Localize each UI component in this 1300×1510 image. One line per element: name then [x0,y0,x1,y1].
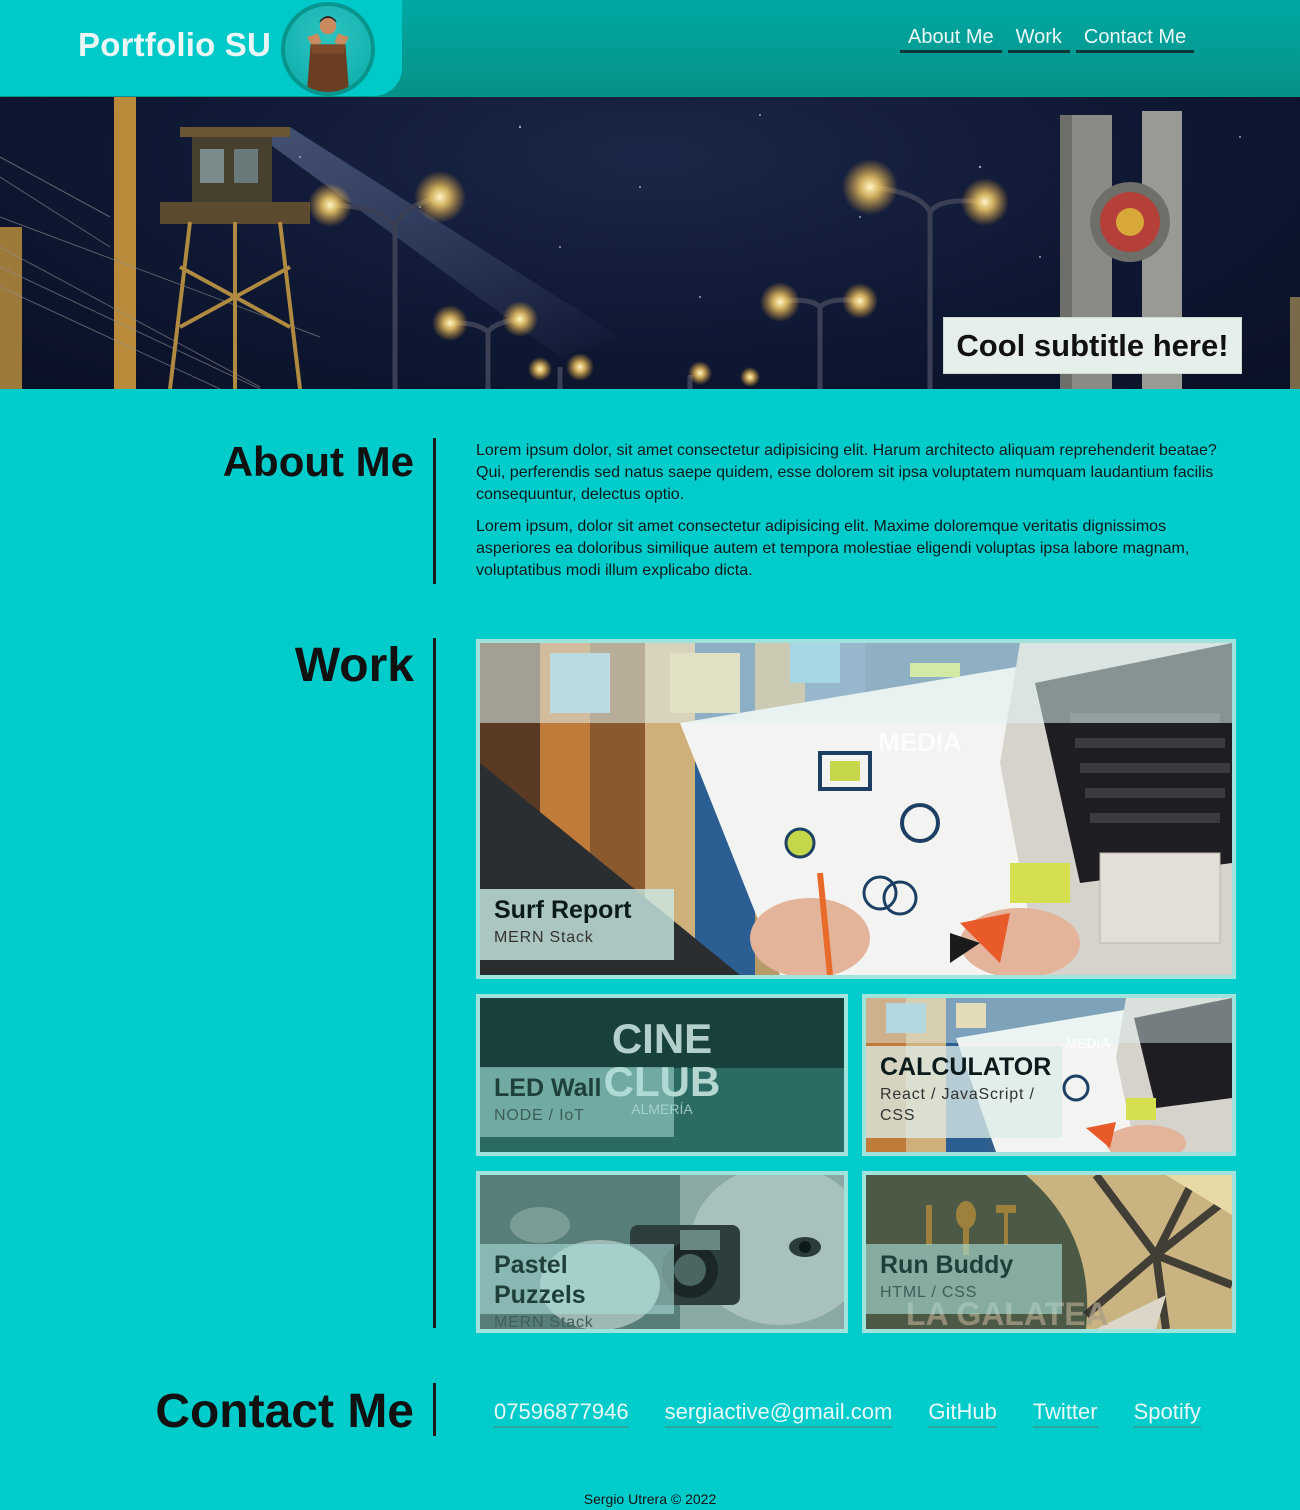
contact-links: 07596877946 sergiactive@gmail.com GitHub… [494,1398,1237,1428]
contact-heading: Contact Me [155,1385,414,1438]
project-card-calculator[interactable]: MEDIA CALCULATOR React / JavaScript / CS… [862,994,1236,1156]
work-heading: Work [294,639,414,692]
project-label: CALCULATOR React / JavaScript / CSS [866,1046,1062,1138]
nav-about-link[interactable]: About Me [900,26,1002,53]
project-title: Run Buddy [880,1251,1014,1279]
about-paragraph-1: Lorem ipsum dolor, sit amet consectetur … [476,442,1217,503]
project-stack: MERN Stack [494,929,594,946]
site-header: Portfolio SU About Me Work Contact Me [0,0,1300,97]
project-label: Run Buddy HTML / CSS [866,1244,1062,1314]
project-title: Pastel Puzzels [494,1251,586,1309]
avatar [281,2,375,96]
project-stack: HTML / CSS [880,1284,978,1301]
project-title: CALCULATOR [880,1053,1052,1081]
hero-subtitle: Cool subtitle here! [943,317,1242,374]
project-image-text: CINE [612,1015,712,1062]
brand-block: Portfolio SU [0,0,402,96]
about-text: Lorem ipsum dolor, sit amet consectetur … [476,440,1236,592]
contact-email-link[interactable]: sergiactive@gmail.com [664,1398,893,1428]
about-heading: About Me [222,438,414,485]
project-card-surf-report[interactable]: MEDIA Surf Report MERN Stack [476,639,1236,979]
project-stack: MERN Stack [494,1314,594,1331]
project-image-text: MEDIA [878,727,962,757]
project-label: LED Wall NODE / IoT [480,1067,674,1137]
project-stack: React / JavaScript / CSS [880,1086,1035,1124]
contact-twitter-link[interactable]: Twitter [1032,1398,1098,1428]
contact-divider [433,1383,436,1436]
work-divider [433,638,436,1328]
project-image-text: MEDIA [1065,1035,1110,1051]
contact-spotify-link[interactable]: Spotify [1133,1398,1201,1428]
contact-phone-link[interactable]: 07596877946 [494,1398,629,1428]
project-title: LED Wall [494,1074,602,1102]
nav-contact-link[interactable]: Contact Me [1075,26,1195,53]
contact-github-link[interactable]: GitHub [928,1398,997,1428]
project-card-led-wall[interactable]: CINE CLUB ALMERÍA LED Wall NODE / IoT [476,994,848,1156]
project-card-run-buddy[interactable]: LA GALATEA Run Buddy HTML / CSS [862,1171,1236,1333]
project-stack: NODE / IoT [494,1107,585,1124]
project-label: Surf Report MERN Stack [480,889,674,960]
about-divider [433,438,436,584]
project-title: Surf Report [494,896,632,924]
footer-copyright: Sergio Utrera © 2022 [583,1491,717,1507]
project-label: Pastel Puzzels MERN Stack [480,1244,674,1329]
main-nav: About Me Work Contact Me [900,26,1200,53]
nav-work-link[interactable]: Work [1007,26,1070,53]
brand-title[interactable]: Portfolio SU [78,26,271,64]
project-card-pastel-puzzels[interactable]: Pastel Puzzels MERN Stack [476,1171,848,1333]
about-paragraph-2: Lorem ipsum, dolor sit amet consectetur … [476,518,1190,579]
